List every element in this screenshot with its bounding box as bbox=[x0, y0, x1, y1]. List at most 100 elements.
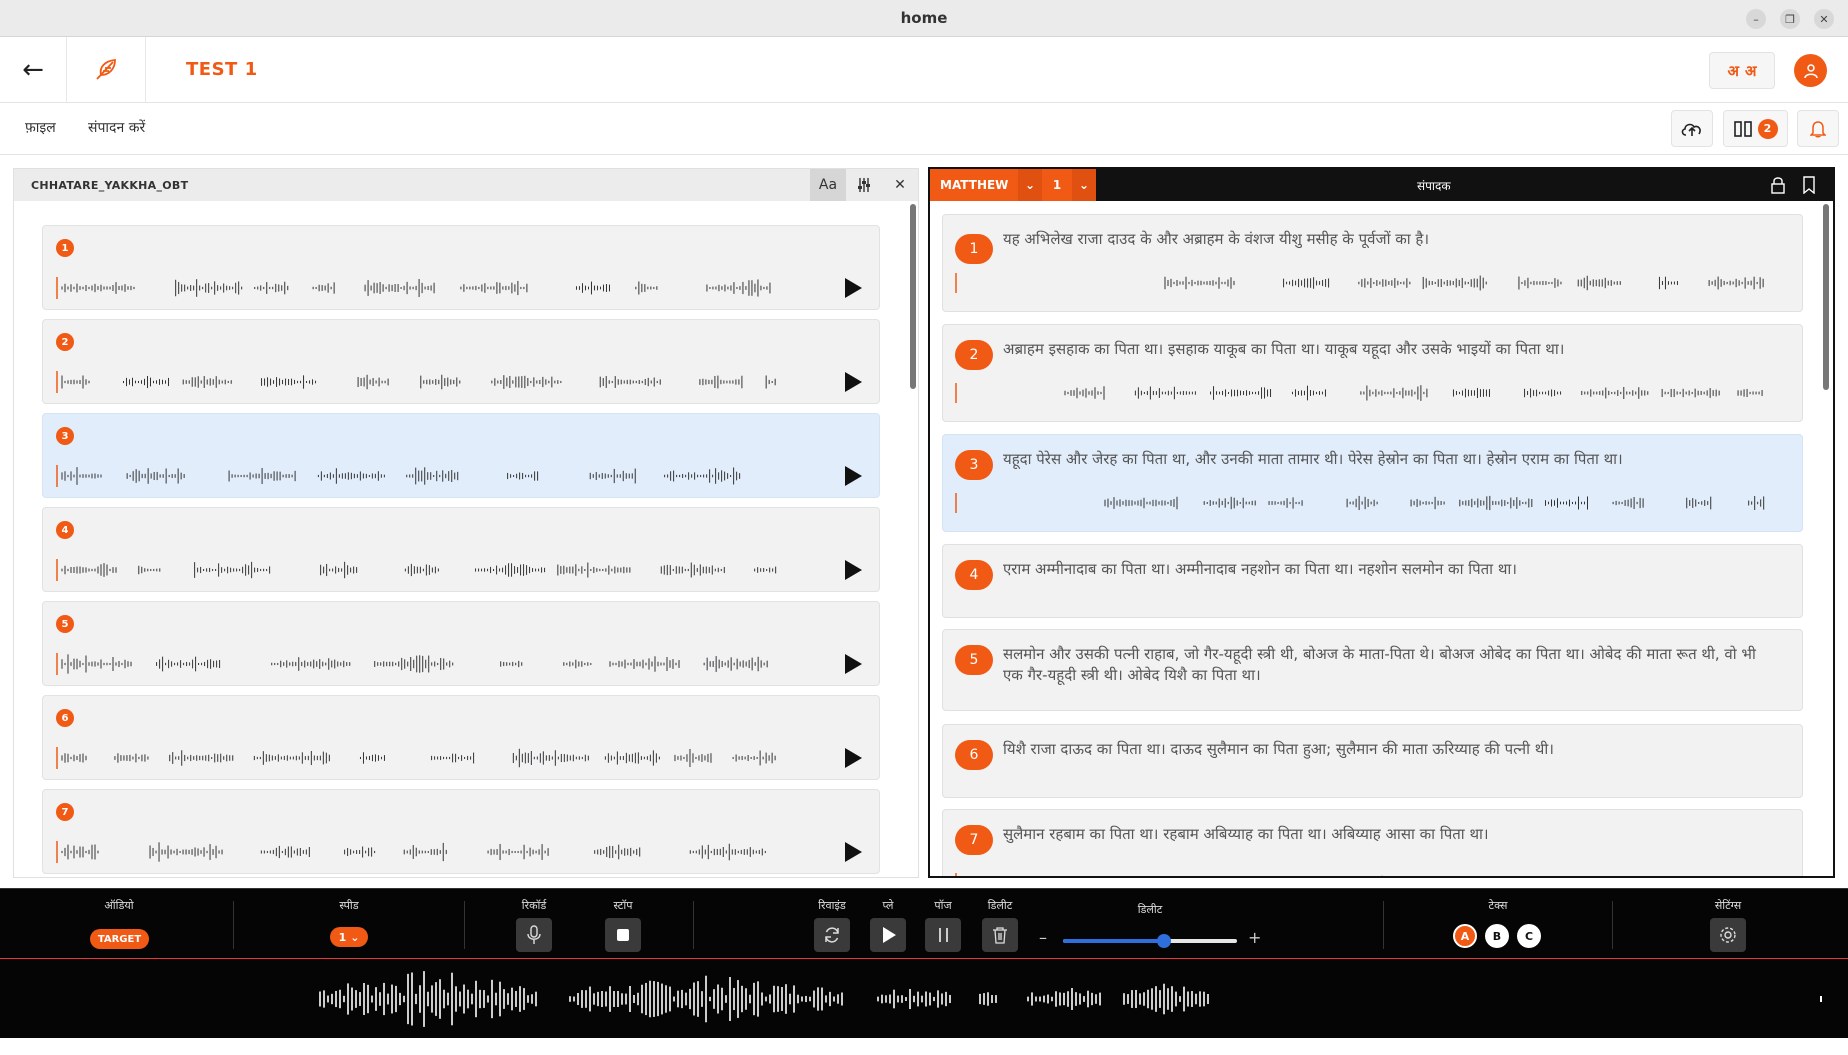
verse-number: 5 bbox=[56, 615, 74, 633]
stop-icon bbox=[617, 929, 629, 941]
close-panel-icon[interactable]: ✕ bbox=[882, 169, 918, 201]
waveform-display[interactable] bbox=[0, 958, 1848, 1038]
play-verse-icon[interactable] bbox=[845, 466, 862, 486]
verse-waveform[interactable] bbox=[955, 872, 1785, 878]
sliders-icon[interactable] bbox=[846, 169, 882, 201]
verse-text[interactable]: यिशै राजा दाऊद का पिता था। दाऊद सुलैमान … bbox=[1003, 739, 1778, 760]
delete-button[interactable] bbox=[982, 918, 1018, 952]
pause-button[interactable] bbox=[925, 918, 961, 952]
panels-button[interactable]: 2 bbox=[1723, 110, 1788, 147]
chapter-selector[interactable]: 1 bbox=[1042, 169, 1072, 201]
verse-waveform[interactable] bbox=[955, 492, 1785, 514]
verse-waveform[interactable] bbox=[955, 272, 1785, 294]
take-c-button[interactable]: C bbox=[1517, 924, 1541, 948]
menu-file[interactable]: फ़ाइल bbox=[25, 118, 56, 137]
verse-waveform[interactable] bbox=[56, 558, 796, 582]
editor-scrollbar[interactable] bbox=[1823, 204, 1829, 390]
editor-verse-card[interactable]: 2 अब्राहम इसहाक का पिता था। इसहाक याकूब क… bbox=[942, 324, 1803, 422]
slider-fill bbox=[1063, 939, 1164, 943]
editor-verse-card[interactable]: 6 यिशै राजा दाऊद का पिता था। दाऊद सुलैमान… bbox=[942, 724, 1803, 798]
verse-number-badge: 5 bbox=[955, 645, 993, 675]
audio-label: ऑडियो bbox=[104, 899, 134, 912]
verse-number: 6 bbox=[56, 709, 74, 727]
verse-text[interactable]: अब्राहम इसहाक का पिता था। इसहाक याकूब का… bbox=[1003, 339, 1778, 360]
font-size-icon[interactable]: Aa bbox=[810, 169, 846, 201]
menu-edit[interactable]: संपादन करें bbox=[88, 118, 145, 137]
bookmark-icon[interactable] bbox=[1802, 176, 1816, 194]
source-panel: CHHATARE_YAKKHA_OBT Aa ✕ 1 2 3 4 5 6 7 bbox=[13, 168, 919, 878]
font-toggle-button[interactable]: अ अ bbox=[1709, 52, 1775, 89]
play-button[interactable] bbox=[870, 918, 906, 952]
verse-text[interactable]: सुलैमान रहबाम का पिता था। रहबाम अबिय्याह… bbox=[1003, 824, 1778, 845]
speed-value: 1 bbox=[338, 930, 347, 944]
play-verse-icon[interactable] bbox=[845, 278, 862, 298]
editor-verse-card[interactable]: 4 एराम अम्मीनादाब का पिता था। अम्मीनादाब … bbox=[942, 544, 1803, 618]
speed-label: स्पीड bbox=[339, 899, 359, 912]
play-verse-icon[interactable] bbox=[845, 748, 862, 768]
play-icon bbox=[883, 927, 896, 943]
source-verse-card[interactable]: 4 bbox=[42, 507, 880, 592]
source-verse-card[interactable]: 2 bbox=[42, 319, 880, 404]
verse-waveform[interactable] bbox=[56, 370, 796, 394]
book-chevron-down-icon[interactable]: ⌄ bbox=[1018, 169, 1042, 201]
book-selector[interactable]: MATTHEW bbox=[930, 169, 1018, 201]
editor-verse-card[interactable]: 5 सलमोन और उसकी पत्नी राहाब, जो गैर-यहूदी… bbox=[942, 629, 1803, 711]
take-a-button[interactable]: A bbox=[1453, 924, 1477, 948]
verse-waveform[interactable] bbox=[56, 746, 796, 770]
delete-label: डिलीट bbox=[987, 899, 1013, 912]
take-b-button[interactable]: B bbox=[1485, 924, 1509, 948]
restore-icon[interactable]: ❐ bbox=[1780, 9, 1800, 29]
menu-bar: फ़ाइल संपादन करें 2 bbox=[0, 103, 1848, 155]
rewind-button[interactable] bbox=[814, 918, 850, 952]
close-window-icon[interactable]: ✕ bbox=[1814, 9, 1834, 29]
source-verse-card[interactable]: 3 bbox=[42, 413, 880, 498]
bell-icon bbox=[1810, 120, 1826, 137]
verse-text[interactable]: सलमोन और उसकी पत्नी राहाब, जो गैर-यहूदी … bbox=[1003, 644, 1778, 686]
source-verse-card[interactable]: 7 bbox=[42, 789, 880, 874]
verse-waveform[interactable] bbox=[955, 382, 1785, 404]
play-verse-icon[interactable] bbox=[845, 560, 862, 580]
record-button[interactable] bbox=[516, 918, 552, 952]
pause-icon bbox=[938, 928, 948, 942]
stop-button[interactable] bbox=[605, 918, 641, 952]
waveform-graphic bbox=[319, 971, 1822, 1027]
verse-text[interactable]: यहूदा पेरेस और जेरह का पिता था, और उनकी … bbox=[1003, 449, 1778, 470]
source-panel-header: CHHATARE_YAKKHA_OBT Aa ✕ bbox=[14, 169, 918, 201]
app-header: ← TEST 1 अ अ bbox=[0, 37, 1848, 103]
verse-waveform[interactable] bbox=[56, 276, 796, 300]
user-icon bbox=[1803, 63, 1818, 78]
back-arrow-icon[interactable]: ← bbox=[0, 37, 67, 103]
bottom-toolbar: ऑडियो TARGET स्पीड 1 ⌄ रिकॉर्ड स्टॉप रिवा… bbox=[0, 888, 1848, 958]
cloud-upload-button[interactable] bbox=[1671, 110, 1713, 147]
chapter-chevron-down-icon[interactable]: ⌄ bbox=[1072, 169, 1096, 201]
lock-icon[interactable] bbox=[1771, 176, 1785, 194]
source-verse-card[interactable]: 6 bbox=[42, 695, 880, 780]
verse-waveform[interactable] bbox=[56, 464, 796, 488]
source-verse-card[interactable]: 1 bbox=[42, 225, 880, 310]
verse-text[interactable]: यह अभिलेख राजा दाउद के और अब्राहम के वंश… bbox=[1003, 229, 1778, 250]
speed-select[interactable]: 1 ⌄ bbox=[330, 927, 368, 947]
slider-knob[interactable] bbox=[1156, 934, 1171, 948]
volume-slider[interactable] bbox=[1063, 934, 1237, 948]
verse-number-badge: 6 bbox=[955, 740, 993, 770]
feather-logo-icon[interactable] bbox=[67, 37, 146, 103]
slider-minus[interactable]: – bbox=[1039, 928, 1047, 947]
settings-label: सेटिंग्स bbox=[1714, 899, 1742, 912]
source-scrollbar[interactable] bbox=[910, 204, 916, 389]
verse-waveform[interactable] bbox=[56, 840, 796, 864]
verse-text[interactable]: एराम अम्मीनादाब का पिता था। अम्मीनादाब न… bbox=[1003, 559, 1778, 580]
editor-verse-card[interactable]: 7 सुलैमान रहबाम का पिता था। रहबाम अबिय्या… bbox=[942, 809, 1803, 878]
play-verse-icon[interactable] bbox=[845, 372, 862, 392]
minimize-icon[interactable]: – bbox=[1746, 9, 1766, 29]
user-avatar[interactable] bbox=[1794, 54, 1827, 87]
editor-verse-card[interactable]: 3 यहूदा पेरेस और जेरह का पिता था, और उनकी… bbox=[942, 434, 1803, 532]
slider-plus[interactable]: + bbox=[1248, 928, 1261, 947]
play-verse-icon[interactable] bbox=[845, 842, 862, 862]
notifications-button[interactable] bbox=[1797, 110, 1839, 147]
play-verse-icon[interactable] bbox=[845, 654, 862, 674]
verse-waveform[interactable] bbox=[56, 652, 796, 676]
settings-button[interactable] bbox=[1710, 918, 1746, 952]
target-button[interactable]: TARGET bbox=[90, 929, 149, 949]
source-verse-card[interactable]: 5 bbox=[42, 601, 880, 686]
editor-verse-card[interactable]: 1 यह अभिलेख राजा दाउद के और अब्राहम के वं… bbox=[942, 214, 1803, 312]
